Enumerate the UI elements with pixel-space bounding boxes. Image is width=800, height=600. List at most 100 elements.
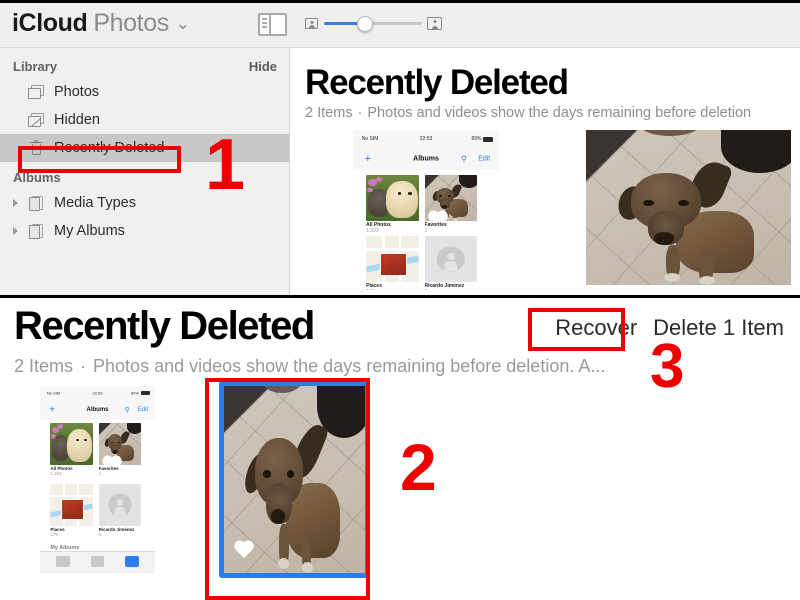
photo-tile-dog[interactable] (586, 130, 791, 285)
thumbnail-size-slider-track[interactable] (324, 22, 422, 25)
brand-icloud: iCloud (12, 9, 88, 37)
phone-album-count: 2 (98, 532, 102, 538)
action-bar: Recover Delete 1 Item (547, 315, 792, 341)
small-thumbnail-icon[interactable] (305, 18, 318, 29)
battery-icon (141, 391, 151, 396)
dog-photo (424, 174, 478, 221)
phone-carrier: No SIM (361, 135, 379, 142)
recover-button[interactable]: Recover (547, 315, 645, 341)
chevron-down-icon[interactable]: ⌄ (176, 14, 190, 33)
delete-item-button[interactable]: Delete 1 Item (645, 315, 792, 341)
brand-photos: Photos (93, 9, 169, 37)
sidebar-toggle-line (262, 18, 267, 20)
phone-time: 22:53 (92, 390, 103, 396)
phone-albums-body: All Photos 1,393 (40, 419, 155, 573)
sidebar-hide-button[interactable]: Hide (249, 59, 277, 74)
phone-album-count: 175 (366, 289, 419, 290)
hidden-icon (28, 112, 45, 128)
sidebar-toggle-button[interactable] (258, 13, 287, 36)
phone-tab-bar (40, 551, 155, 573)
phone-battery: 89% (471, 135, 482, 142)
sidebar-section-library: Library Hide (0, 54, 289, 78)
sidebar-section-albums: Albums (0, 165, 289, 189)
item-count: 2 Items (14, 356, 74, 376)
phone-album-all-photos: All Photos 1,393 (366, 174, 419, 234)
phone-albums-body: All Photos 1,393 (353, 170, 499, 290)
phone-album-count: 1,393 (50, 470, 62, 476)
phone-album-person: Ricardo Jiménez 2 (424, 236, 478, 290)
photo-tile-iphone-screenshot[interactable]: No SIM 22:53 89% + Albums ⚲ Edit All Pho… (353, 130, 499, 290)
search-icon: ⚲ (461, 154, 467, 164)
sidebar-item-photos[interactable]: Photos (0, 78, 289, 106)
phone-tab-shared (90, 556, 105, 567)
icloud-photos-window-bottom: Recently Deleted Recover Delete 1 Item 2… (0, 298, 800, 600)
phone-album-count: 1 (424, 227, 428, 234)
chevron-right-icon[interactable] (13, 199, 18, 207)
album-icon (28, 223, 45, 239)
sidebar-item-label: Media Types (54, 195, 136, 211)
dog-photo (586, 130, 791, 285)
battery-icon (483, 136, 494, 142)
sidebar-toggle-divider (269, 15, 271, 34)
page-title: Recently Deleted (305, 63, 569, 102)
phone-album-count: 2 (425, 289, 478, 290)
iphone-albums-screenshot: No SIM 22:53 89% + Albums ⚲ Edit All Pho… (353, 130, 499, 290)
phone-album-favorites: Favorites 1 (98, 422, 142, 476)
sidebar-item-hidden[interactable]: Hidden (0, 106, 289, 134)
sidebar-item-recently-deleted[interactable]: Recently Deleted (0, 134, 289, 162)
phone-album-count: 1 (98, 470, 102, 476)
icloud-photos-window-top: iCloud Photos ⌄ Library Hide Photos Hidd… (0, 0, 800, 295)
sidebar-section-label: Library (13, 58, 58, 74)
sidebar-item-media-types[interactable]: Media Types (0, 189, 289, 217)
photos-icon (28, 84, 45, 100)
annotation-number-3: 3 (650, 332, 685, 401)
phone-add-button: + (364, 152, 372, 165)
dog-photo (224, 386, 365, 573)
phone-add-button: + (49, 404, 56, 416)
phone-battery: 89% (130, 390, 139, 396)
phone-album-person: Ricardo Jiménez 2 (98, 484, 142, 538)
thumbnail-size-slider-group[interactable] (305, 16, 442, 34)
thumbnail-size-slider-knob[interactable] (357, 16, 373, 32)
photo-tile-iphone-screenshot[interactable]: No SIM 22:53 89% + Albums ⚲ Edit All Pho… (40, 386, 155, 573)
phone-album-count: 175 (50, 532, 58, 538)
item-count: 2 Items (305, 105, 353, 121)
person-placeholder-photo (424, 236, 478, 282)
sidebar: Library Hide Photos Hidden Recently Dele… (0, 48, 290, 295)
page-title: Recently Deleted (14, 304, 315, 348)
sidebar-item-label: My Albums (54, 223, 125, 239)
phone-album-places: Places 175 (50, 484, 93, 537)
subtitle-description: Photos and videos show the days remainin… (93, 356, 606, 376)
trash-icon (28, 139, 45, 156)
phone-nav-bar: + Albums ⚲ Edit (353, 147, 499, 171)
sidebar-item-label: Photos (54, 84, 100, 100)
app-title: iCloud Photos ⌄ (12, 9, 190, 38)
phone-album-places: Places 175 (366, 236, 419, 290)
map-photo (50, 484, 93, 527)
large-thumbnail-icon[interactable] (427, 17, 442, 30)
sidebar-section-label: Albums (13, 169, 61, 185)
screenshot-root: iCloud Photos ⌄ Library Hide Photos Hidd… (0, 0, 800, 600)
person-placeholder-photo (98, 484, 142, 527)
phone-time: 22:53 (419, 135, 433, 142)
subtitle-description: Photos and videos show the days remainin… (367, 105, 752, 121)
phone-edit-button: Edit (137, 407, 149, 414)
phone-album-all-photos: All Photos 1,393 (50, 422, 93, 476)
window-toolbar: iCloud Photos ⌄ (0, 3, 800, 48)
recently-deleted-content-top: Recently Deleted 2 Items · Photos and vide… (291, 48, 800, 295)
phone-album-count: 1,393 (366, 227, 379, 234)
sidebar-item-my-albums[interactable]: My Albums (0, 217, 289, 245)
photo-tile-dog-selected[interactable] (219, 381, 370, 578)
phone-carrier: No SIM (46, 390, 61, 396)
subtitle-separator: · (80, 356, 87, 376)
favorite-heart-icon (233, 541, 255, 561)
phone-status-bar: No SIM 22:53 89% (353, 130, 499, 148)
chevron-right-icon[interactable] (13, 227, 18, 235)
page-subtitle: 2 Items · Photos and videos show the days … (14, 356, 605, 377)
search-icon: ⚲ (124, 407, 130, 415)
phone-nav-title: Albums (86, 407, 109, 414)
album-icon (28, 195, 45, 211)
sidebar-toggle-line (262, 26, 267, 28)
sidebar-item-label: Recently Deleted (54, 140, 165, 156)
puppy-kitten-photo (366, 174, 419, 221)
